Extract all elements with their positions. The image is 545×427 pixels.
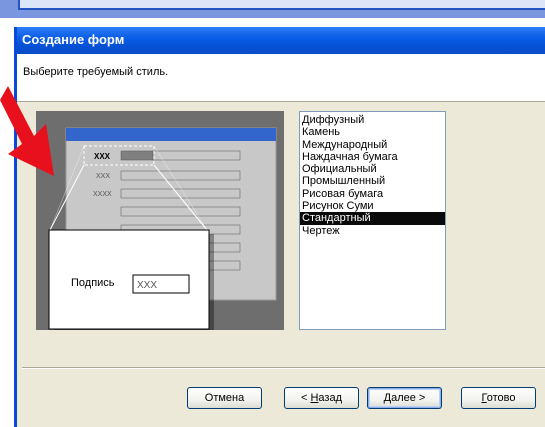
footer-divider (22, 367, 545, 369)
next-label: алее > (391, 392, 426, 404)
instruction-text: Выберите требуемый стиль. (23, 66, 169, 78)
style-option[interactable]: Рисунок Суми (300, 200, 445, 212)
preview-field (152, 150, 241, 161)
preview-caption-value: XXX (137, 280, 157, 291)
style-preview-image: XXX XXX XXXX Подпись XXX (48, 127, 277, 333)
style-list[interactable]: Диффузный Камень Международный Наждачная бу… (299, 111, 446, 330)
preview-row-label: XXX (94, 152, 111, 161)
style-option[interactable]: Рисовая бумага (300, 188, 445, 200)
back-label: азад (318, 392, 342, 404)
arrow-shape (0, 86, 54, 176)
finish-label: отово (486, 392, 516, 404)
style-option[interactable]: Промышленный (300, 175, 445, 187)
style-preview: XXX XXX XXXX Подпись XXX (36, 111, 284, 333)
preview-form-header (66, 128, 276, 141)
preview-field (120, 188, 241, 199)
slide-frame-top (18, 0, 545, 10)
preview-field (120, 206, 241, 217)
title-bar[interactable]: Создание форм (17, 27, 545, 54)
style-option[interactable]: Камень (300, 126, 445, 138)
window-title: Создание форм (22, 32, 125, 47)
next-mnemonic: Д (383, 392, 392, 404)
preview-row-label: XXXX (93, 191, 112, 198)
preview-row-label: XXX (96, 173, 110, 180)
style-option[interactable]: Стандартный (300, 212, 445, 225)
finish-button[interactable]: Готово (461, 387, 536, 409)
style-option[interactable]: Чертеж (300, 225, 445, 237)
preview-caption-label: Подпись (71, 277, 115, 289)
preview-field (120, 150, 154, 161)
back-button[interactable]: < Назад (284, 387, 359, 409)
preview-field (120, 170, 241, 181)
style-option[interactable]: Наждачная бумага (300, 151, 445, 163)
cancel-button[interactable]: Отмена (187, 387, 262, 409)
next-button[interactable]: Далее > (367, 387, 442, 409)
cancel-label: Отмена (204, 392, 245, 404)
form-wizard-window: Создание форм Выберите требуемый стиль. … (14, 27, 545, 427)
style-option[interactable]: Официальный (300, 163, 445, 175)
style-option[interactable]: Международный (300, 139, 445, 151)
style-option[interactable]: Диффузный (300, 114, 445, 126)
header-panel: Выберите требуемый стиль. (17, 54, 545, 102)
red-arrow-pointer (0, 86, 54, 176)
